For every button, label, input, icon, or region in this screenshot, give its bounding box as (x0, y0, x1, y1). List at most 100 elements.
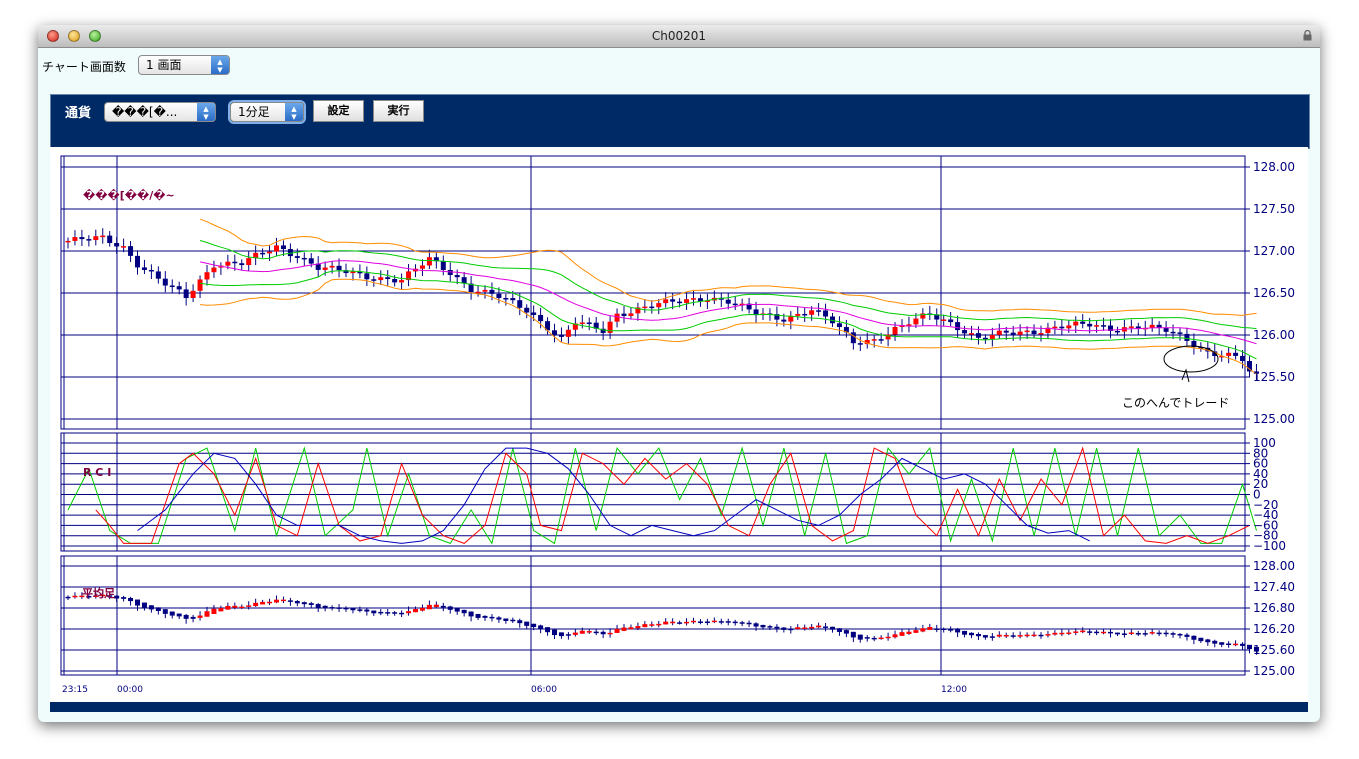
ha-candle (190, 616, 196, 619)
ha-candle (663, 621, 669, 625)
ha-candle (447, 606, 453, 610)
price-candle (1010, 332, 1016, 335)
ha-candle (941, 628, 947, 630)
ha-candle (371, 610, 377, 614)
updown-arrows-icon: ▲ ▼ (197, 103, 215, 121)
price-candle (72, 237, 78, 241)
bottom-scroll-strip[interactable] (50, 702, 1308, 712)
price-candle (482, 289, 488, 292)
band-upper-1 (199, 240, 1257, 330)
ha-candle (593, 631, 599, 634)
ha-candle (1240, 643, 1246, 646)
ha-candle (892, 634, 898, 638)
ha-candle (1128, 632, 1134, 634)
price-candle (809, 310, 815, 315)
interval-select[interactable]: 1分足 ▲ ▼ (230, 102, 304, 122)
ha-candle (857, 634, 863, 640)
ha-candle (510, 619, 516, 622)
ha-candle (336, 607, 342, 609)
updown-arrows-icon: ▲ ▼ (285, 103, 303, 121)
ha-candle (878, 637, 884, 640)
ha-candle (830, 626, 835, 630)
ha-candle (850, 631, 856, 638)
price-candle (725, 299, 731, 304)
chart-canvas: ���[��/�~ 128.00 127.50 127.00 126.50 126.00… (60, 155, 1295, 695)
ha-candle (621, 627, 627, 631)
price-candle (558, 334, 564, 337)
ha-candle (767, 626, 773, 628)
ha-candle (294, 601, 300, 604)
rci-tick-label: −100 (1253, 539, 1286, 553)
settings-button[interactable]: 設定 (313, 100, 364, 122)
price-candle (878, 339, 884, 341)
ha-candle (468, 611, 474, 617)
price-candle (795, 313, 801, 316)
ha-candle (413, 609, 418, 613)
time-label: 06:00 (531, 685, 557, 695)
ha-candle (864, 637, 870, 639)
price-candle (197, 279, 203, 291)
ha-candle (419, 607, 425, 611)
price-candle (1177, 332, 1183, 334)
price-candle (371, 279, 377, 281)
chart-area: ���[��/�~ 128.00 127.50 127.00 126.50 126.00… (50, 147, 1308, 702)
ha-candle (308, 603, 314, 605)
rci-line-1 (95, 446, 1250, 544)
price-tick-label: 128.00 (1253, 160, 1295, 174)
ha-candle (1177, 633, 1183, 636)
price-candle (996, 330, 1002, 335)
ha-candle (1191, 635, 1197, 640)
ha-candle (836, 628, 842, 632)
price-candle (385, 277, 391, 280)
price-candle (1163, 327, 1169, 332)
price-candle (204, 272, 210, 280)
price-candle (211, 267, 217, 273)
price-candle (496, 293, 502, 299)
ha-candle (1212, 640, 1218, 644)
ha-candle (531, 623, 537, 628)
price-candle (1240, 355, 1246, 362)
price-candle (114, 243, 120, 247)
ha-candle (155, 607, 161, 612)
ha-candle (246, 605, 252, 607)
price-candle (1052, 326, 1058, 329)
ha-candle (628, 627, 634, 630)
title-bar[interactable]: Ch00201 (38, 25, 1320, 48)
rci-axis: 100806040200−20−40−60−80−100 (1245, 436, 1286, 553)
ha-candle (614, 628, 620, 633)
price-candle (871, 339, 877, 341)
ha-candle (1156, 632, 1162, 635)
ha-candle (656, 623, 662, 626)
ha-candle (135, 599, 140, 606)
currency-select[interactable]: ���[�... ▲ ▼ (104, 102, 216, 122)
ha-candle (301, 602, 307, 605)
currency-value: ���[�... (112, 105, 178, 119)
ha-candle (934, 628, 940, 630)
ha-candle (1017, 635, 1023, 637)
chart-count-select[interactable]: 1 画面 ▲ ▼ (138, 55, 230, 75)
price-candle (962, 330, 968, 334)
price-candle (489, 289, 495, 294)
price-candle (1073, 321, 1079, 326)
rci-lines (67, 446, 1257, 545)
price-candle (586, 322, 592, 324)
ha-candle (607, 632, 613, 635)
ha-candle (364, 609, 370, 612)
heikin-ashi-axis: 128.00 127.40 126.80 126.20 125.60 125.00 (1245, 559, 1295, 678)
price-candle (989, 334, 995, 339)
price-candle (850, 332, 856, 344)
price-candle (969, 333, 974, 335)
price-candle (1128, 326, 1134, 328)
rci-panel (60, 432, 1246, 552)
ha-candle (538, 625, 544, 629)
heikin-ashi-candles (65, 591, 1259, 655)
ha-candle (385, 612, 391, 614)
ha-candle (753, 623, 759, 627)
ha-candle (843, 630, 849, 634)
run-button[interactable]: 実行 (373, 100, 424, 122)
price-candle (621, 313, 627, 316)
price-candle (1066, 325, 1072, 329)
price-candle (982, 337, 988, 340)
ha-candle (197, 615, 203, 618)
ha-candle (1038, 634, 1044, 637)
